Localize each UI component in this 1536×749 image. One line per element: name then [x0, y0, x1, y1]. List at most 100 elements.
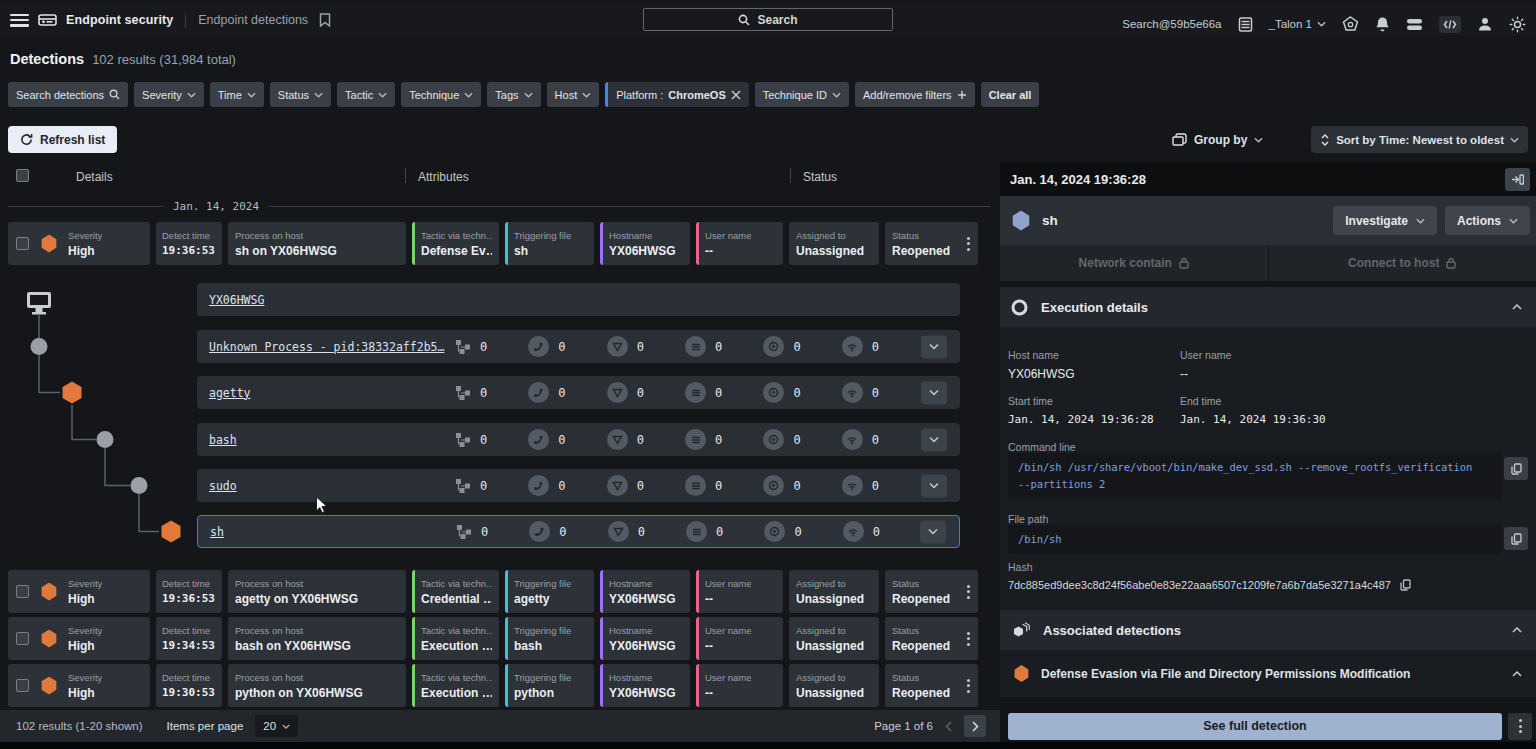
filter-time[interactable]: Time [210, 82, 264, 107]
sort-by-dropdown[interactable]: Sort by Time: Newest to oldest [1311, 126, 1528, 153]
username-cell: User name-- [696, 617, 783, 660]
chevron-up-icon[interactable] [1512, 627, 1522, 633]
clear-all-button[interactable]: Clear all [981, 82, 1040, 107]
detection-row[interactable]: SeverityHigh Detect time19:30:53 Process… [8, 664, 978, 707]
filter-technique-id[interactable]: Technique ID [755, 82, 849, 107]
refresh-list-button[interactable]: Refresh list [8, 126, 117, 153]
process-tree: YX06HWSG Unknown Process - pid:38332aff2… [0, 275, 1000, 563]
network-contain-button[interactable]: Network contain [1000, 245, 1269, 281]
tenant-selector[interactable]: _Talon 1 [1269, 18, 1326, 30]
add-remove-filters-button[interactable]: Add/remove filters [855, 82, 975, 107]
copy-hash-icon[interactable] [1400, 579, 1411, 591]
global-search-input[interactable]: Search [643, 8, 893, 31]
chevron-up-icon[interactable] [1512, 671, 1522, 677]
detection-row[interactable]: SeverityHigh Detect time19:34:53 Process… [8, 617, 978, 660]
process-link[interactable]: Unknown Process - pid:38332aff2b5… [209, 340, 444, 354]
process-link[interactable]: bash [209, 433, 237, 447]
host-link[interactable]: YX06HWSG [209, 293, 264, 307]
filter-tactic[interactable]: Tactic [337, 82, 395, 107]
code-console-icon[interactable] [1439, 16, 1461, 33]
tree-process-row[interactable]: bash 0 0 0 0 0 0 [197, 423, 960, 456]
refresh-icon [20, 133, 33, 146]
associated-detections-header[interactable]: Associated detections [1000, 610, 1536, 650]
prev-page-button[interactable] [945, 721, 952, 732]
user-profile-icon[interactable] [1477, 16, 1493, 32]
tree-process-row[interactable]: sudo 0 0 0 0 0 0 [197, 469, 960, 502]
execution-details-header[interactable]: Execution details [1000, 287, 1536, 327]
filter-host[interactable]: Host [547, 82, 600, 107]
process-link[interactable]: sh [210, 525, 224, 539]
group-by-dropdown[interactable]: Group by [1172, 126, 1263, 153]
severity-hexagon-icon [41, 677, 57, 695]
copy-path-icon[interactable] [1504, 527, 1528, 550]
hamburger-menu-icon[interactable] [10, 14, 29, 27]
tree-process-row[interactable]: agetty 0 0 0 0 0 0 [197, 376, 960, 409]
tree-node-hexagon [162, 521, 181, 543]
expand-row-chevron[interactable] [921, 474, 947, 497]
process-link[interactable]: sudo [209, 479, 237, 493]
copy-command-icon[interactable] [1504, 457, 1528, 480]
see-full-detection-button[interactable]: See full detection [1008, 713, 1502, 740]
app-screen: Endpoint security Endpoint detections Se… [0, 0, 1536, 742]
row-checkbox[interactable] [16, 237, 29, 250]
expand-row-chevron[interactable] [921, 381, 947, 404]
next-page-button[interactable] [964, 715, 986, 737]
tree-host-row[interactable]: YX06HWSG [197, 283, 960, 316]
column-separator [790, 168, 791, 183]
tree-node-circle [31, 338, 48, 355]
detection-row[interactable]: SeverityHigh Detect time19:36:53 Process… [8, 222, 978, 265]
notifications-bell-icon[interactable] [1375, 16, 1390, 32]
applied-filter-platform[interactable]: Platform :ChromeOS [605, 82, 749, 107]
associated-detection-item[interactable]: Defense Evasion via File and Directory P… [1000, 650, 1536, 697]
row-checkbox[interactable] [16, 632, 29, 645]
select-all-checkbox[interactable] [16, 169, 29, 182]
search-detections-filter[interactable]: Search detections [8, 82, 128, 107]
badge-icon[interactable] [1342, 16, 1359, 33]
connections-icon [528, 336, 549, 357]
theme-toggle-sun-icon[interactable] [1509, 16, 1526, 33]
detection-row[interactable]: SeverityHigh Detect time19:36:53 Process… [8, 570, 978, 613]
tree-process-row[interactable]: Unknown Process - pid:38332aff2b5… 0 0 0… [197, 330, 960, 363]
investigate-button[interactable]: Investigate [1333, 206, 1437, 235]
connect-to-host-button[interactable]: Connect to host [1269, 245, 1536, 281]
filter-technique[interactable]: Technique [401, 82, 481, 107]
filter-status[interactable]: Status [270, 82, 331, 107]
row-menu-kebab[interactable] [965, 677, 972, 695]
status-cell: StatusReopened [885, 664, 978, 707]
panel-menu-kebab[interactable] [1508, 713, 1532, 740]
panel-process-header: sh Investigate Actions [1000, 196, 1536, 245]
username-cell: User name-- [696, 664, 783, 707]
mouse-cursor [315, 496, 329, 514]
triggering-file-cell: Triggering fileagetty [505, 570, 594, 613]
network-wifi-icon [842, 475, 863, 496]
file-path-label: File path [1008, 513, 1048, 525]
severity-cell: SeverityHigh [8, 664, 150, 707]
expand-row-chevron[interactable] [920, 520, 946, 543]
process-link[interactable]: agetty [209, 386, 251, 400]
connections-icon [528, 382, 549, 403]
expand-row-chevron[interactable] [921, 428, 947, 451]
plus-icon [957, 90, 967, 100]
row-checkbox[interactable] [16, 585, 29, 598]
expand-row-chevron[interactable] [921, 335, 947, 358]
end-time-label: End time [1180, 395, 1518, 407]
username-cell: User name-- [696, 222, 783, 265]
items-per-page-select[interactable]: 20 [255, 715, 298, 737]
row-menu-kebab[interactable] [965, 630, 972, 648]
row-checkbox[interactable] [16, 679, 29, 692]
tree-process-row-selected[interactable]: sh 0 0 0 0 0 0 [197, 515, 960, 548]
hash-label: Hash [1008, 561, 1033, 573]
filter-tags[interactable]: Tags [487, 82, 540, 107]
page-title: Endpoint detections [198, 13, 308, 27]
collapse-panel-icon[interactable] [1505, 168, 1530, 191]
chevron-up-icon[interactable] [1512, 304, 1522, 310]
bookmark-icon[interactable] [319, 13, 331, 27]
severity-hexagon-icon [41, 583, 57, 601]
row-menu-kebab[interactable] [965, 583, 972, 601]
filter-severity[interactable]: Severity [134, 82, 204, 107]
row-menu-kebab[interactable] [965, 235, 972, 253]
column-details: Details [76, 170, 113, 184]
data-source-icon[interactable] [1238, 17, 1253, 32]
messages-icon[interactable] [1406, 17, 1423, 32]
actions-button[interactable]: Actions [1445, 206, 1530, 235]
